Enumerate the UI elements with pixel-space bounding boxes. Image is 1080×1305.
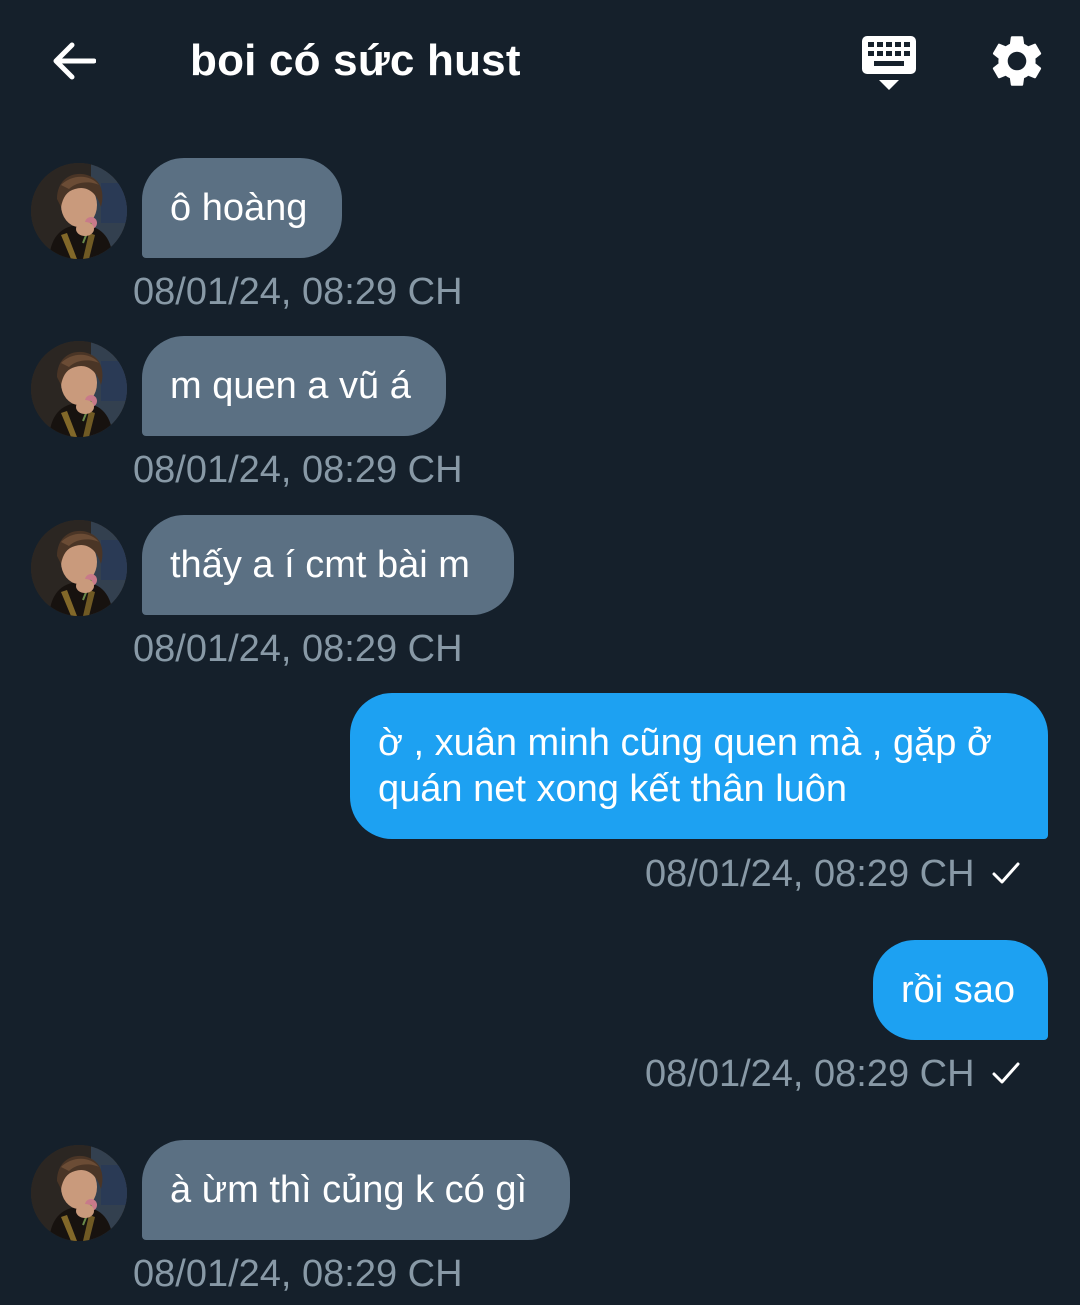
arrow-left-icon — [53, 42, 96, 80]
avatar-image — [31, 520, 127, 616]
check-icon — [992, 862, 1020, 884]
avatar[interactable] — [31, 1145, 127, 1241]
avatar-image — [31, 163, 127, 259]
check-icon — [992, 1062, 1020, 1084]
message-text: ờ , xuân minh cũng quen mà , gặp ở quán … — [378, 722, 992, 810]
keyboard-icon — [862, 36, 916, 90]
message-timestamp: 08/01/24, 08:29 CH — [645, 1053, 975, 1095]
message-text: m quen a vũ á — [170, 365, 411, 407]
outgoing-message-bubble[interactable]: ờ , xuân minh cũng quen mà , gặp ở quán … — [350, 693, 1048, 839]
message-text: thấy a í cmt bài m — [170, 544, 470, 586]
incoming-message-bubble[interactable]: m quen a vũ á — [142, 336, 446, 436]
message-text: rồi sao — [901, 969, 1016, 1011]
conversation-title: boi có sức hust — [190, 36, 521, 85]
settings-button[interactable] — [986, 30, 1048, 92]
keyboard-toggle-button[interactable] — [858, 32, 924, 94]
incoming-message-bubble[interactable]: à ừm thì củng k có gì — [142, 1140, 570, 1240]
back-button[interactable] — [44, 32, 102, 90]
avatar-image — [31, 1145, 127, 1241]
incoming-message-bubble[interactable]: ô hoàng — [142, 158, 342, 258]
message-timestamp: 08/01/24, 08:29 CH — [133, 628, 463, 670]
top-bar: boi có sức hust — [0, 0, 1080, 120]
gear-icon — [992, 36, 1042, 86]
incoming-message-bubble[interactable]: thấy a í cmt bài m — [142, 515, 514, 615]
avatar[interactable] — [31, 341, 127, 437]
avatar[interactable] — [31, 520, 127, 616]
outgoing-message-bubble[interactable]: rồi sao — [873, 940, 1048, 1040]
message-timestamp: 08/01/24, 08:29 CH — [133, 271, 463, 313]
message-text: à ừm thì củng k có gì — [170, 1169, 528, 1211]
avatar-image — [31, 341, 127, 437]
message-timestamp-row: 08/01/24, 08:29 CH — [645, 852, 1021, 896]
message-timestamp-row: 08/01/24, 08:29 CH — [645, 1052, 1021, 1096]
message-timestamp: 08/01/24, 08:29 CH — [645, 853, 975, 895]
message-text: ô hoàng — [170, 187, 308, 229]
avatar[interactable] — [31, 163, 127, 259]
message-timestamp: 08/01/24, 08:29 CH — [133, 1253, 463, 1295]
message-timestamp: 08/01/24, 08:29 CH — [133, 449, 463, 491]
